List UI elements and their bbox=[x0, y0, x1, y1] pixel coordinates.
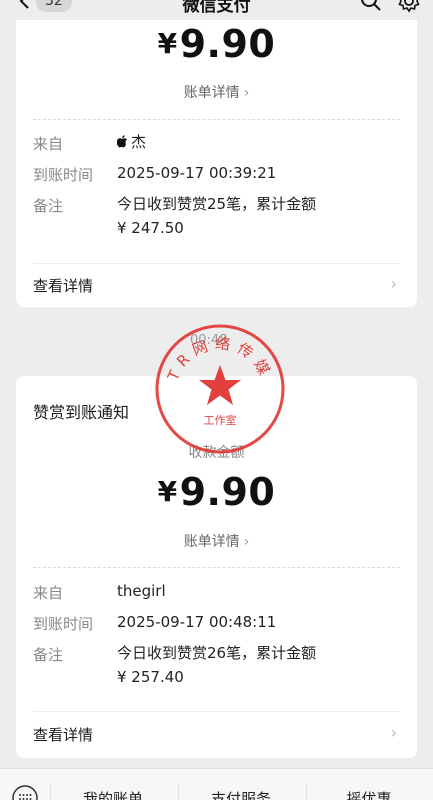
gear-icon[interactable] bbox=[397, 0, 421, 13]
from-value: thegirl bbox=[117, 582, 166, 600]
from-label: 来自 bbox=[33, 135, 64, 153]
payment-card-1: ¥9.90 账单详情 › 来自 杰 到账时间 2025-09-17 00:39:2… bbox=[16, 20, 417, 307]
dashed-divider bbox=[33, 119, 400, 120]
from-label: 来自 bbox=[33, 584, 64, 602]
divider bbox=[33, 711, 400, 712]
bottom-menu-bar: 我的账单 支付服务 摇优惠 bbox=[0, 768, 433, 800]
company-seal-stamp: TR网络传媒 工作室 bbox=[155, 324, 285, 454]
search-icon[interactable] bbox=[360, 0, 382, 12]
arrival-time-value: 2025-09-17 00:39:21 bbox=[117, 164, 277, 182]
amount: ¥9.90 bbox=[157, 470, 276, 514]
separator bbox=[50, 783, 51, 800]
menu-payment-services[interactable]: 支付服务 bbox=[181, 788, 301, 800]
chevron-right-icon: › bbox=[243, 85, 250, 101]
page-title: 微信支付 bbox=[182, 0, 251, 16]
bill-detail-link[interactable]: 账单详情 › bbox=[16, 531, 417, 551]
seal-bottom-text: 工作室 bbox=[204, 413, 237, 427]
bill-detail-link[interactable]: 账单详情 › bbox=[16, 82, 417, 102]
keyboard-icon[interactable] bbox=[12, 785, 38, 800]
divider bbox=[33, 263, 400, 264]
dashed-divider bbox=[33, 567, 400, 568]
from-value: 杰 bbox=[117, 130, 146, 154]
remark-label: 备注 bbox=[33, 646, 64, 664]
apple-icon bbox=[117, 135, 127, 148]
remark-label: 备注 bbox=[33, 197, 64, 215]
menu-shake-offers[interactable]: 摇优惠 bbox=[309, 788, 429, 800]
menu-my-bills[interactable]: 我的账单 bbox=[53, 788, 173, 800]
unread-count-badge: 32 bbox=[36, 0, 72, 12]
chevron-right-icon[interactable]: › bbox=[391, 274, 397, 293]
amount: ¥9.90 bbox=[157, 22, 276, 66]
card-title: 赞赏到账通知 bbox=[33, 403, 130, 422]
remark-value: 今日收到赞赏25笔，累计金额 ¥ 247.50 bbox=[117, 195, 317, 237]
separator bbox=[306, 783, 307, 800]
separator bbox=[178, 783, 179, 800]
view-detail-button[interactable]: 查看详情 bbox=[33, 275, 93, 296]
chevron-right-icon: › bbox=[243, 534, 250, 550]
arrival-time-value: 2025-09-17 00:48:11 bbox=[117, 613, 277, 631]
arrival-time-label: 到账时间 bbox=[33, 166, 94, 184]
back-arrow-icon[interactable] bbox=[16, 0, 34, 10]
view-detail-button[interactable]: 查看详情 bbox=[33, 724, 93, 745]
arrival-time-label: 到账时间 bbox=[33, 615, 94, 633]
top-nav-bar: 32 微信支付 bbox=[0, 0, 433, 16]
chevron-right-icon[interactable]: › bbox=[391, 723, 397, 742]
remark-value: 今日收到赞赏26笔，累计金额 ¥ 257.40 bbox=[117, 644, 317, 686]
